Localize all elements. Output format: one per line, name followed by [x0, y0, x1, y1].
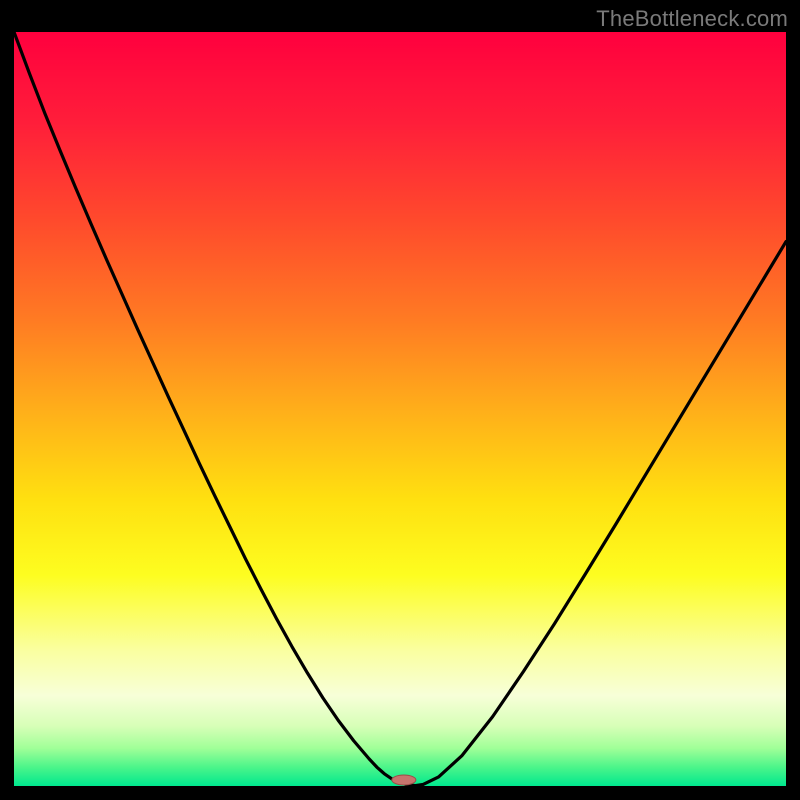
chart-frame — [14, 32, 786, 786]
watermark-text: TheBottleneck.com — [596, 6, 788, 32]
bottleneck-chart — [14, 32, 786, 786]
chart-background-gradient — [14, 32, 786, 786]
optimal-point-marker — [392, 775, 416, 785]
